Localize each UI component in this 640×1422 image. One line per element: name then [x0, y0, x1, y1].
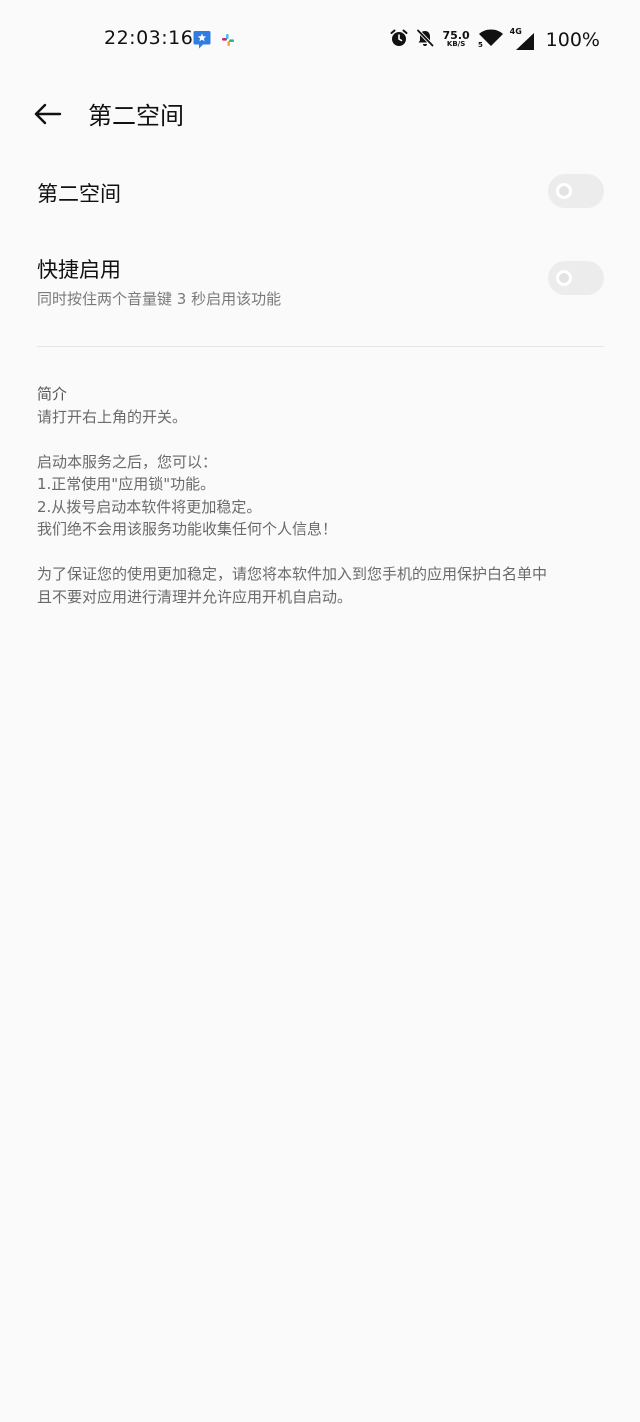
intro-text: 1.正常使用"应用锁"功能。 — [37, 475, 216, 493]
bell-off-icon — [415, 28, 435, 52]
setting-quick-enable-title: 快捷启用 — [37, 258, 121, 282]
setting-quick-enable: 快捷启用 同时按住两个音量键 3 秒启用该功能 — [0, 240, 640, 326]
setting-second-space-title: 第二空间 — [37, 182, 121, 206]
cell-signal-icon: 4G — [510, 27, 536, 51]
page-title: 第二空间 — [88, 102, 184, 130]
setting-quick-enable-subtitle: 同时按住两个音量键 3 秒启用该功能 — [37, 290, 282, 308]
app-bar: 第二空间 — [0, 80, 640, 150]
toggle-knob — [556, 270, 572, 286]
network-speed-value: 75.0 — [442, 29, 470, 42]
app-notification-icon — [193, 30, 211, 50]
status-time: 22:03:16 — [104, 27, 194, 49]
slack-icon — [220, 32, 236, 48]
second-space-toggle[interactable] — [548, 174, 604, 208]
intro-text: 且不要对应用进行清理并允许应用开机自启动。 — [37, 587, 353, 606]
divider — [37, 346, 604, 347]
toggle-knob — [556, 183, 572, 199]
setting-second-space: 第二空间 — [0, 160, 640, 224]
alarm-icon — [389, 28, 409, 52]
intro-text: 2.从拨号启动本软件将更加稳定。 — [37, 497, 262, 516]
status-bar: 22:03:16 75.0 KB/S 5 4G 100% — [0, 0, 640, 80]
svg-text:5: 5 — [478, 41, 483, 48]
intro-text: 启动本服务之后，您可以： — [37, 452, 218, 471]
status-icons: 75.0 KB/S 5 4G 100% — [389, 25, 600, 55]
intro-text: 我们绝不会用该服务功能收集任何个人信息！ — [37, 520, 338, 538]
network-speed-unit: KB/S — [446, 40, 466, 48]
network-speed: 75.0 KB/S — [442, 29, 470, 49]
quick-enable-toggle[interactable] — [548, 261, 604, 295]
intro-text: 为了保证您的使用更加稳定，请您将本软件加入到您手机的应用保护白名单中 — [37, 565, 548, 583]
intro-section: 简介 请打开右上角的开关。 启动本服务之后，您可以： 1.正常使用"应用锁"功能… — [37, 383, 607, 608]
back-arrow-icon[interactable] — [30, 96, 66, 132]
intro-text: 请打开右上角的开关。 — [37, 407, 188, 426]
wifi-icon: 5 — [478, 28, 504, 52]
battery-level: 100% — [545, 29, 600, 51]
intro-heading: 简介 — [37, 385, 68, 403]
